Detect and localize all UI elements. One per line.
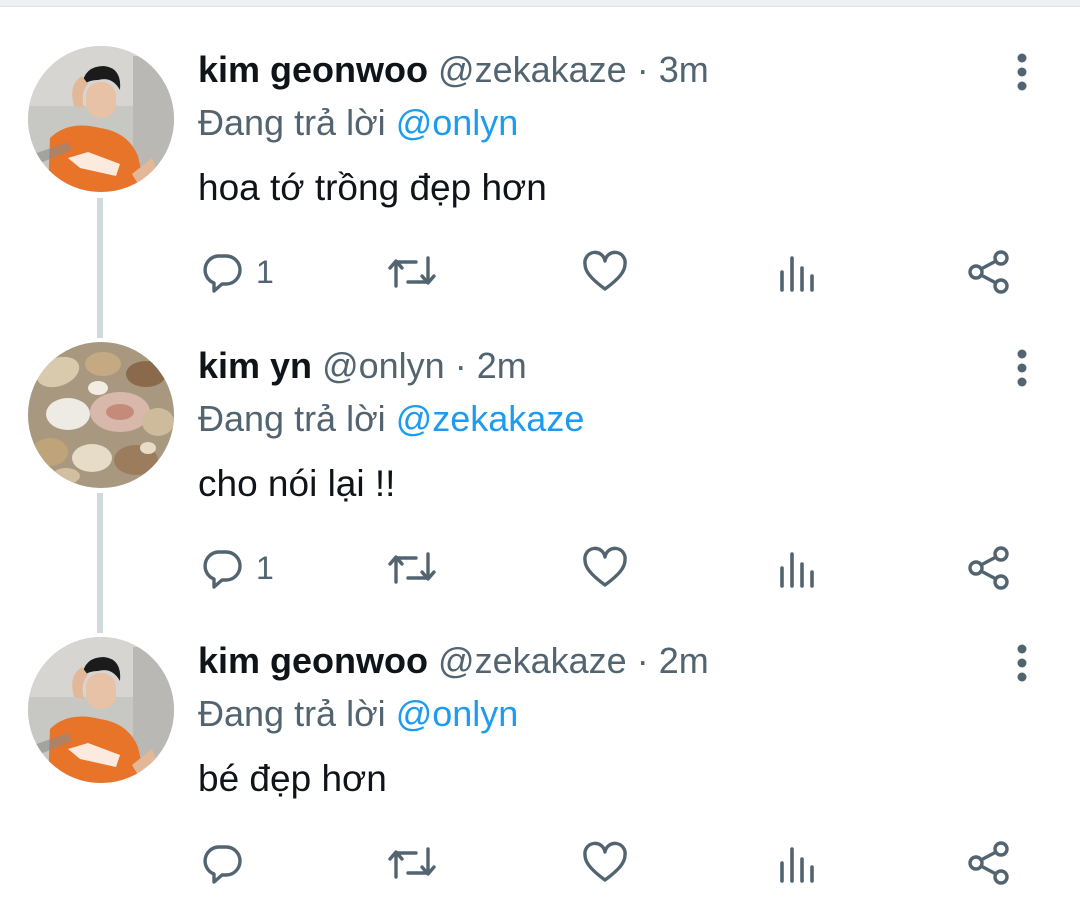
replying-to: Đang trả lời @onlyn	[198, 684, 518, 744]
replying-label: Đang trả lời	[198, 102, 386, 143]
reply-icon	[200, 546, 244, 590]
like-button[interactable]	[582, 240, 628, 304]
share-icon	[966, 545, 1012, 591]
display-name[interactable]: kim yn	[198, 345, 312, 386]
more-vertical-icon[interactable]	[1002, 643, 1042, 683]
action-bar	[0, 831, 1080, 895]
tweet-header: kim geonwoo @zekakaze · 3m	[198, 40, 709, 100]
retweet-icon	[386, 841, 438, 885]
retweet-icon	[386, 250, 438, 294]
separator-dot: ·	[636, 49, 649, 90]
timestamp[interactable]: 2m	[659, 640, 709, 681]
replying-label: Đang trả lời	[198, 693, 386, 734]
more-vertical-icon[interactable]	[1002, 348, 1042, 388]
reply-button[interactable]	[200, 831, 256, 895]
action-bar: 1	[0, 240, 1080, 304]
mention-link[interactable]: @onlyn	[396, 693, 519, 734]
tweet-header: kim geonwoo @zekakaze · 2m	[198, 631, 709, 691]
replying-to: Đang trả lời @onlyn	[198, 93, 518, 153]
avatar[interactable]	[28, 342, 174, 488]
like-button[interactable]	[582, 831, 628, 895]
avatar[interactable]	[28, 637, 174, 783]
retweet-button[interactable]	[386, 240, 438, 304]
display-name[interactable]: kim geonwoo	[198, 49, 428, 90]
analytics-button[interactable]	[775, 831, 819, 895]
display-name[interactable]: kim geonwoo	[198, 640, 428, 681]
tweet[interactable]: kim yn @onlyn · 2m Đang trả lời @zekakaz…	[0, 296, 1080, 591]
user-handle[interactable]: @zekakaze	[438, 640, 627, 681]
replying-label: Đang trả lời	[198, 398, 386, 439]
tweet-header: kim yn @onlyn · 2m	[198, 336, 527, 396]
share-button[interactable]	[966, 831, 1012, 895]
analytics-icon	[775, 841, 819, 885]
tweet-text: bé đẹp hơn	[198, 758, 387, 799]
reply-icon	[200, 250, 244, 294]
mention-link[interactable]: @zekakaze	[396, 398, 585, 439]
analytics-icon	[775, 546, 819, 590]
retweet-button[interactable]	[386, 831, 438, 895]
retweet-icon	[386, 546, 438, 590]
tweet[interactable]: kim geonwoo @zekakaze · 2m Đang trả lời …	[0, 591, 1080, 886]
separator-dot: ·	[454, 345, 467, 386]
heart-icon	[582, 546, 628, 590]
share-icon	[966, 840, 1012, 886]
separator-dot: ·	[636, 640, 649, 681]
more-vertical-icon[interactable]	[1002, 52, 1042, 92]
reply-button[interactable]: 1	[200, 240, 274, 304]
timestamp[interactable]: 2m	[477, 345, 527, 386]
reply-icon	[200, 841, 244, 885]
tweet-text: cho nói lại !!	[198, 463, 396, 504]
avatar[interactable]	[28, 46, 174, 192]
analytics-icon	[775, 250, 819, 294]
reply-count: 1	[256, 254, 274, 290]
user-handle[interactable]: @onlyn	[322, 345, 445, 386]
heart-icon	[582, 250, 628, 294]
mention-link[interactable]: @onlyn	[396, 102, 519, 143]
user-handle[interactable]: @zekakaze	[438, 49, 627, 90]
tweet-text: hoa tớ trồng đẹp hơn	[198, 167, 547, 208]
replying-to: Đang trả lời @zekakaze	[198, 389, 584, 449]
tweet[interactable]: kim geonwoo @zekakaze · 3m Đang trả lời …	[0, 0, 1080, 295]
share-icon	[966, 249, 1012, 295]
heart-icon	[582, 841, 628, 885]
share-button[interactable]	[966, 240, 1012, 304]
timestamp[interactable]: 3m	[659, 49, 709, 90]
analytics-button[interactable]	[775, 240, 819, 304]
